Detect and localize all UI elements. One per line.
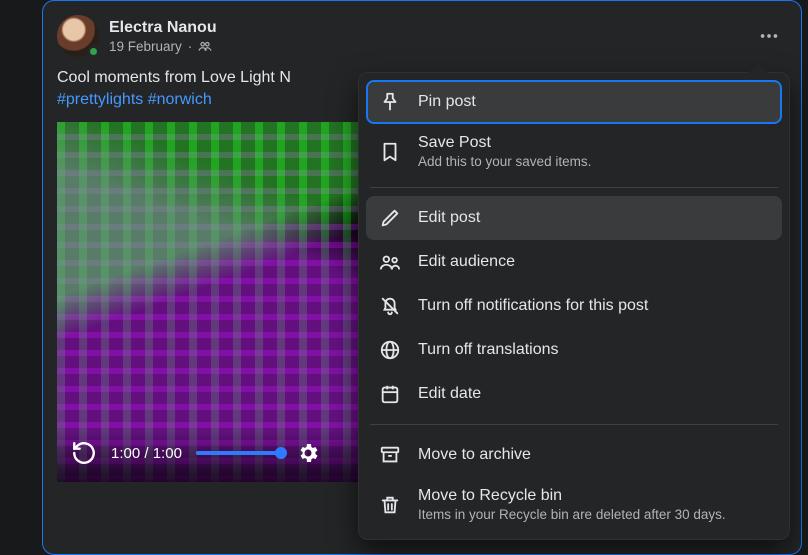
menu-separator	[370, 187, 778, 188]
menu-item-label: Edit date	[418, 385, 481, 403]
post-text-plain: Cool moments from Love Light N	[57, 69, 291, 86]
menu-item-label: Turn off translations	[418, 341, 559, 359]
dot-separator: ·	[188, 39, 193, 54]
avatar[interactable]	[57, 15, 99, 57]
globe-icon	[378, 338, 402, 362]
menu-move-to-recycle[interactable]: Move to Recycle bin Items in your Recycl…	[366, 477, 782, 532]
menu-pin-post[interactable]: Pin post	[366, 80, 782, 124]
hashtag-link[interactable]: #norwich	[148, 91, 212, 108]
menu-item-label: Edit audience	[418, 253, 515, 271]
archive-icon	[378, 443, 402, 467]
menu-item-label: Pin post	[418, 93, 476, 111]
menu-edit-post[interactable]: Edit post	[366, 196, 782, 240]
menu-item-label: Move to archive	[418, 446, 531, 464]
author-block: Electra Nanou 19 February ·	[109, 19, 217, 54]
menu-item-sublabel: Items in your Recycle bin are deleted af…	[418, 507, 726, 522]
settings-gear-icon[interactable]	[295, 440, 321, 466]
menu-turn-off-notifications[interactable]: Turn off notifications for this post	[366, 284, 782, 328]
trash-icon	[378, 493, 402, 517]
presence-dot-icon	[87, 45, 100, 58]
menu-turn-off-translations[interactable]: Turn off translations	[366, 328, 782, 372]
audience-icon[interactable]	[198, 39, 212, 53]
replay-icon[interactable]	[71, 440, 97, 466]
menu-move-to-archive[interactable]: Move to archive	[366, 433, 782, 477]
bookmark-icon	[378, 140, 402, 164]
post-meta: 19 February ·	[109, 39, 217, 54]
post-more-button[interactable]	[751, 18, 787, 54]
menu-item-label: Edit post	[418, 209, 480, 227]
menu-item-label: Turn off notifications for this post	[418, 297, 648, 315]
menu-item-label: Move to Recycle bin	[418, 487, 726, 505]
video-progress[interactable]	[196, 451, 281, 455]
menu-separator	[370, 424, 778, 425]
pencil-icon	[378, 206, 402, 230]
menu-edit-date[interactable]: Edit date	[366, 372, 782, 416]
menu-save-post[interactable]: Save Post Add this to your saved items.	[366, 124, 782, 179]
pin-icon	[378, 90, 402, 114]
menu-item-sublabel: Add this to your saved items.	[418, 154, 591, 169]
video-time: 1:00 / 1:00	[111, 445, 182, 462]
hashtag-link[interactable]: #prettylights	[57, 91, 143, 108]
author-name[interactable]: Electra Nanou	[109, 19, 217, 37]
bell-off-icon	[378, 294, 402, 318]
calendar-icon	[378, 382, 402, 406]
post-date[interactable]: 19 February	[109, 39, 182, 54]
post-actions-menu: Pin post Save Post Add this to your save…	[358, 72, 790, 540]
audience-icon	[378, 250, 402, 274]
menu-edit-audience[interactable]: Edit audience	[366, 240, 782, 284]
post-header: Electra Nanou 19 February ·	[57, 15, 787, 57]
menu-item-label: Save Post	[418, 134, 591, 152]
